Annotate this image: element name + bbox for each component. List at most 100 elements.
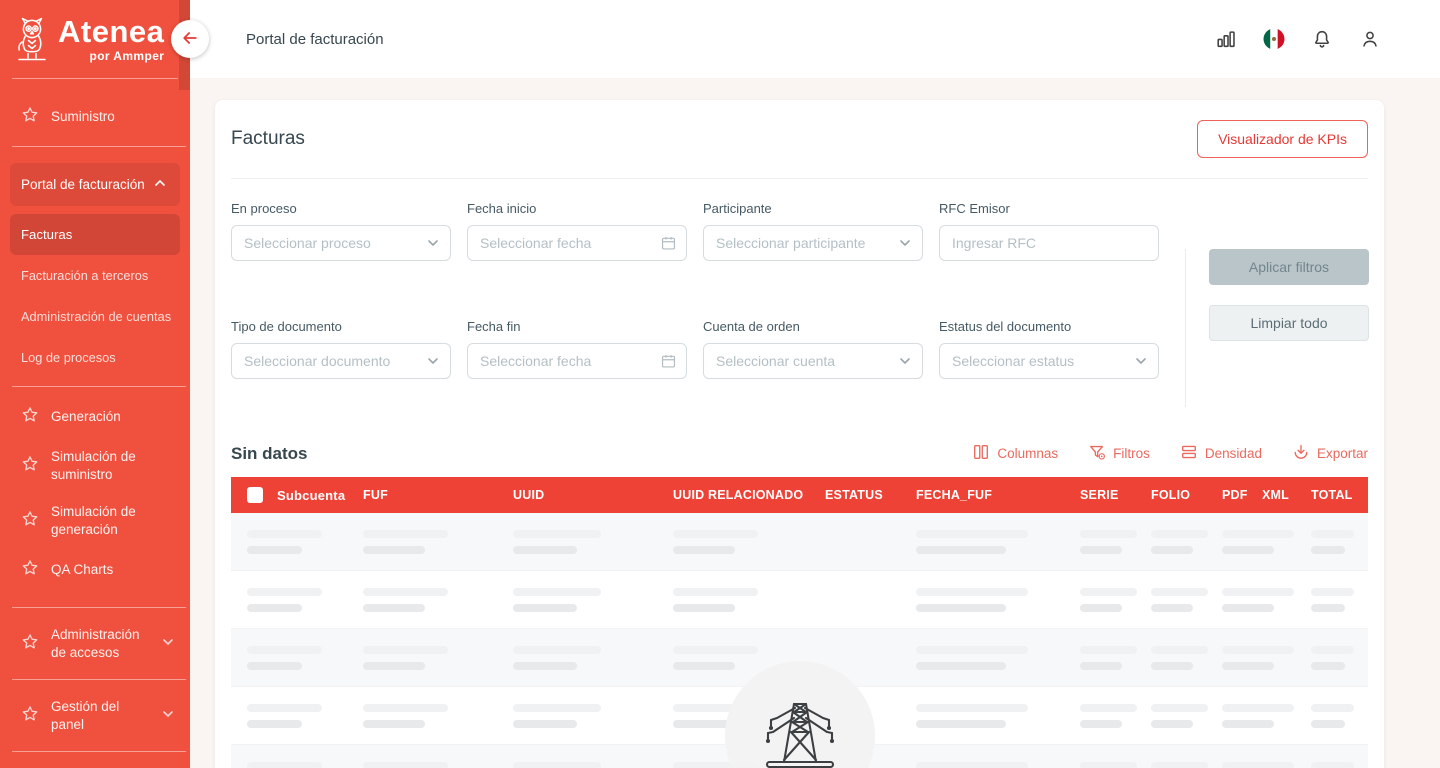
- sidebar-item-facturas[interactable]: Facturas: [10, 214, 180, 255]
- sidebar-item-administracion-cuentas[interactable]: Administración de cuentas: [10, 296, 180, 337]
- participante-select[interactable]: Seleccionar participante: [703, 225, 923, 261]
- columns-icon: [972, 443, 990, 464]
- skeleton-row: [231, 571, 1368, 629]
- sidebar-item-label: Suministro: [51, 108, 167, 126]
- select-all-checkbox[interactable]: [247, 487, 263, 503]
- card-title: Facturas: [231, 128, 305, 150]
- table-header-row: Subcuenta FUF UUID UUID RELACIONADO ESTA…: [231, 477, 1368, 513]
- cuenta-select[interactable]: Seleccionar cuenta: [703, 343, 923, 379]
- bar-chart-icon[interactable]: [1214, 27, 1238, 51]
- column-header-fuf[interactable]: FUF: [363, 488, 513, 502]
- chevron-up-icon: [152, 175, 168, 194]
- date-placeholder: Seleccionar fecha: [480, 235, 591, 251]
- column-header-subcuenta[interactable]: Subcuenta: [277, 488, 363, 503]
- star-icon: [20, 454, 40, 477]
- export-button[interactable]: Exportar: [1292, 443, 1368, 464]
- column-header-total[interactable]: TOTAL: [1311, 488, 1368, 502]
- sidebar-item-facturacion-terceros[interactable]: Facturación a terceros: [10, 255, 180, 296]
- table-body: Sin datos que mostrar: [231, 513, 1368, 768]
- column-header-xml[interactable]: XML: [1262, 488, 1311, 502]
- filter-label: Cuenta de orden: [703, 319, 923, 334]
- select-placeholder: Seleccionar participante: [716, 235, 865, 251]
- filter-fecha-fin: Fecha fin Seleccionar fecha: [467, 319, 687, 407]
- filter-label: Tipo de documento: [231, 319, 451, 334]
- fecha-inicio-datepicker[interactable]: Seleccionar fecha: [467, 225, 687, 261]
- chevron-down-icon: [425, 235, 441, 251]
- columns-label: Columnas: [997, 446, 1058, 461]
- select-placeholder: Seleccionar cuenta: [716, 353, 835, 369]
- sidebar-item-label: Administración de accesos: [51, 626, 149, 661]
- select-placeholder: Seleccionar documento: [244, 353, 390, 369]
- density-button[interactable]: Densidad: [1180, 443, 1262, 464]
- sidebar-item-generacion[interactable]: Generación: [0, 395, 190, 438]
- person-icon[interactable]: [1358, 27, 1382, 51]
- sidebar-item-gestion-panel[interactable]: Gestión del panel: [0, 688, 190, 743]
- mexico-flag-icon[interactable]: [1262, 27, 1286, 51]
- column-header-uuid[interactable]: UUID: [513, 488, 673, 502]
- estatus-select[interactable]: Seleccionar estatus: [939, 343, 1159, 379]
- filter-estatus-documento: Estatus del documento Seleccionar estatu…: [939, 319, 1159, 407]
- brand-name: Atenea: [58, 16, 164, 47]
- filter-tipo-documento: Tipo de documento Seleccionar documento: [231, 319, 451, 407]
- table-toolbar: Columnas Filtros Densidad: [972, 443, 1368, 464]
- sidebar-item-label: Gestión del panel: [51, 698, 149, 733]
- column-header-uuid-relacionado[interactable]: UUID RELACIONADO: [673, 488, 825, 502]
- filter-label: Estatus del documento: [939, 319, 1159, 334]
- chevron-down-icon: [160, 706, 176, 725]
- sidebar-item-suministro[interactable]: Suministro: [0, 95, 190, 138]
- kpi-viewer-button[interactable]: Visualizador de KPIs: [1197, 120, 1368, 158]
- sidebar-item-label: Simulación de suministro: [51, 448, 167, 483]
- star-icon: [20, 105, 40, 128]
- columns-button[interactable]: Columnas: [972, 443, 1058, 464]
- collapse-sidebar-button[interactable]: [171, 20, 209, 58]
- sidebar-item-simulacion-generacion[interactable]: Simulación de generación: [0, 493, 190, 548]
- sidebar-item-label: Log de procesos: [21, 350, 116, 365]
- brand-byline: por Ammper: [89, 50, 164, 62]
- filter-cuenta-orden: Cuenta de orden Seleccionar cuenta: [703, 319, 923, 407]
- sidebar-divider: [12, 146, 186, 147]
- sidebar-item-administracion-accesos[interactable]: Administración de accesos: [0, 616, 190, 671]
- chevron-down-icon: [1133, 353, 1149, 369]
- sidebar-item-label: Facturación a terceros: [21, 268, 148, 283]
- column-header-folio[interactable]: FOLIO: [1151, 488, 1222, 502]
- column-header-pdf[interactable]: PDF: [1222, 488, 1262, 502]
- main-area: Portal de facturación: [190, 0, 1440, 768]
- sidebar-section-label: Portal de facturación: [21, 177, 145, 192]
- sidebar-divider: [12, 751, 186, 752]
- filter-label: Fecha fin: [467, 319, 687, 334]
- chevron-down-icon: [897, 235, 913, 251]
- sidebar: Atenea por Ammper Suministro Portal de f…: [0, 0, 190, 768]
- rfc-input[interactable]: [952, 235, 1146, 251]
- filter-label: RFC Emisor: [939, 201, 1159, 216]
- filters-button[interactable]: Filtros: [1088, 443, 1150, 464]
- proceso-select[interactable]: Seleccionar proceso: [231, 225, 451, 261]
- sidebar-item-label: Generación: [51, 408, 167, 426]
- documento-select[interactable]: Seleccionar documento: [231, 343, 451, 379]
- top-bar: Portal de facturación: [190, 0, 1440, 78]
- star-icon: [20, 558, 40, 581]
- star-icon: [20, 632, 40, 655]
- sidebar-section-portal-facturacion[interactable]: Portal de facturación: [10, 163, 180, 206]
- sidebar-item-qa-charts[interactable]: QA Charts: [0, 548, 190, 591]
- fecha-fin-datepicker[interactable]: Seleccionar fecha: [467, 343, 687, 379]
- sidebar-item-log-procesos[interactable]: Log de procesos: [10, 337, 180, 378]
- filter-label: Participante: [703, 201, 923, 216]
- select-placeholder: Seleccionar proceso: [244, 235, 371, 251]
- clear-all-button[interactable]: Limpiar todo: [1209, 305, 1369, 341]
- column-header-estatus[interactable]: ESTATUS: [825, 488, 916, 502]
- sidebar-item-label: Simulación de generación: [51, 503, 167, 538]
- sidebar-item-simulacion-suministro[interactable]: Simulación de suministro: [0, 438, 190, 493]
- table-section-title: Sin datos: [231, 444, 308, 464]
- download-icon: [1292, 443, 1310, 464]
- filter-funnel-icon: [1088, 443, 1106, 464]
- bell-icon[interactable]: [1310, 27, 1334, 51]
- filter-participante: Participante Seleccionar participante: [703, 201, 923, 289]
- filter-actions: Aplicar filtros Limpiar todo: [1185, 249, 1369, 407]
- apply-filters-button[interactable]: Aplicar filtros: [1209, 249, 1369, 285]
- column-header-fecha-fuf[interactable]: FECHA_FUF: [916, 488, 1080, 502]
- facturas-card: Facturas Visualizador de KPIs En proceso…: [215, 100, 1384, 768]
- column-header-serie[interactable]: SERIE: [1080, 488, 1151, 502]
- select-placeholder: Seleccionar estatus: [952, 353, 1074, 369]
- filters-label: Filtros: [1113, 446, 1150, 461]
- filter-label: En proceso: [231, 201, 451, 216]
